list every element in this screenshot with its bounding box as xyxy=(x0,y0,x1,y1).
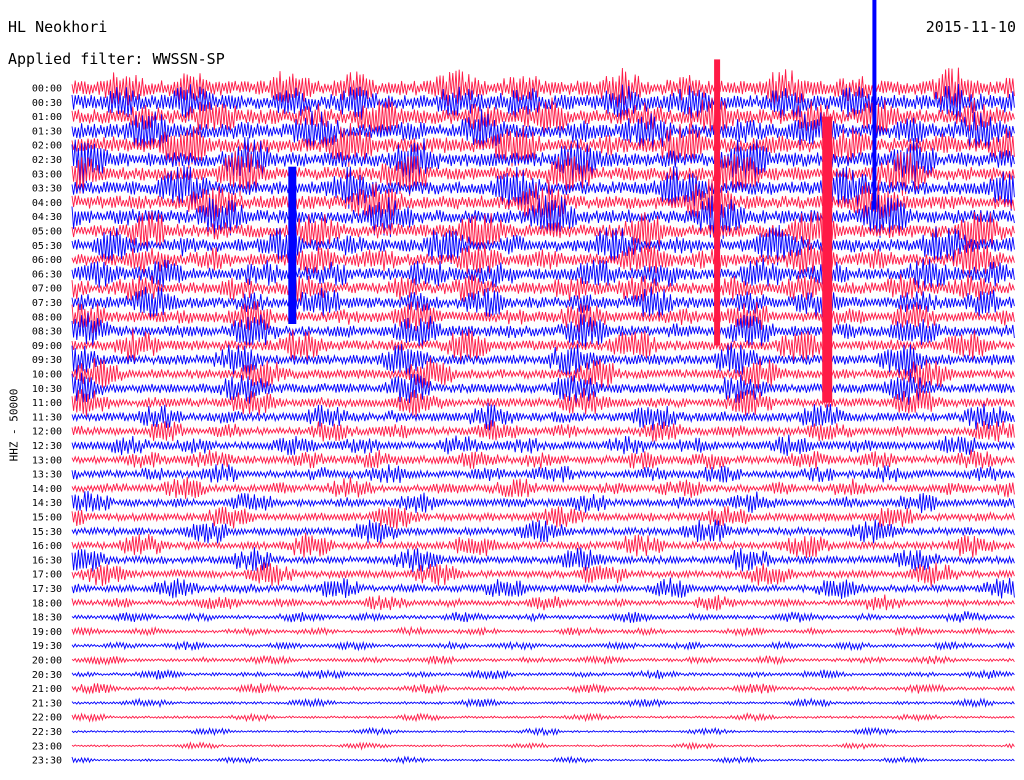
row-time-label: 20:00 xyxy=(32,656,62,667)
row-time-label: 17:30 xyxy=(32,584,62,595)
row-time-label: 03:00 xyxy=(32,169,62,180)
trace-row-1800 xyxy=(71,594,1015,611)
row-time-label: 02:30 xyxy=(32,155,62,166)
row-time-label: 05:00 xyxy=(32,227,62,238)
row-time-label: 10:30 xyxy=(32,384,62,395)
row-time-label: 04:00 xyxy=(32,198,62,209)
row-time-label: 02:00 xyxy=(32,141,62,152)
trace-row-1330 xyxy=(71,463,1015,483)
row-time-label: 06:30 xyxy=(32,269,62,280)
row-time-label: 17:00 xyxy=(32,570,62,581)
row-time-label: 13:00 xyxy=(32,455,62,466)
row-time-label: 14:30 xyxy=(32,498,62,509)
trace-row-1700 xyxy=(71,562,1015,587)
trace-row-1630 xyxy=(71,547,1015,573)
trace-row-2330 xyxy=(71,755,1015,765)
row-time-label: 18:00 xyxy=(32,598,62,609)
row-time-label: 19:00 xyxy=(32,627,62,638)
event-spike xyxy=(822,116,833,403)
event-spike xyxy=(872,0,877,210)
row-time-label: 09:00 xyxy=(32,341,62,352)
trace-row-2030 xyxy=(71,668,1015,680)
trace-group xyxy=(71,0,1015,765)
row-time-label: 07:30 xyxy=(32,298,62,309)
row-time-label: 01:30 xyxy=(32,126,62,137)
trace-row-1230 xyxy=(71,434,1015,457)
row-time-label: 08:00 xyxy=(32,312,62,323)
trace-row-1930 xyxy=(71,640,1015,652)
row-time-label: 13:30 xyxy=(32,470,62,481)
row-time-label: 00:30 xyxy=(32,98,62,109)
row-time-label: 12:30 xyxy=(32,441,62,452)
trace-row-0800 xyxy=(71,301,1015,334)
row-time-label: 16:30 xyxy=(32,555,62,566)
trace-row-2130 xyxy=(71,697,1015,709)
trace-row-1400 xyxy=(71,476,1015,499)
row-time-label: 15:00 xyxy=(32,513,62,524)
trace-row-1100 xyxy=(71,387,1015,418)
row-time-label: 04:30 xyxy=(32,212,62,223)
row-time-label: 14:00 xyxy=(32,484,62,495)
row-label-group: 00:00 00:30 01:00 01:30 02:00 02:30 03:00 03:30… xyxy=(32,84,62,767)
trace-row-2200 xyxy=(71,712,1015,723)
row-time-label: 11:00 xyxy=(32,398,62,409)
row-time-label: 10:00 xyxy=(32,370,62,381)
trace-row-1530 xyxy=(71,519,1015,544)
trace-row-1200 xyxy=(71,420,1015,443)
trace-row-1830 xyxy=(71,611,1015,623)
row-time-label: 03:30 xyxy=(32,184,62,195)
row-time-label: 09:30 xyxy=(32,355,62,366)
row-time-label: 21:00 xyxy=(32,684,62,695)
row-time-label: 21:30 xyxy=(32,698,62,709)
trace-row-1900 xyxy=(71,625,1015,638)
row-time-label: 22:00 xyxy=(32,713,62,724)
row-time-label: 07:00 xyxy=(32,284,62,295)
row-time-label: 06:00 xyxy=(32,255,62,266)
trace-row-2000 xyxy=(71,654,1015,666)
row-time-label: 11:30 xyxy=(32,412,62,423)
event-spike xyxy=(288,166,297,324)
row-time-label: 01:00 xyxy=(32,112,62,123)
row-time-label: 08:30 xyxy=(32,327,62,338)
row-time-label: 23:00 xyxy=(32,741,62,752)
event-spike xyxy=(714,59,721,346)
row-time-label: 00:00 xyxy=(32,84,62,95)
trace-row-1300 xyxy=(71,449,1015,470)
trace-row-2100 xyxy=(71,682,1015,695)
row-time-label: 18:30 xyxy=(32,613,62,624)
row-time-label: 20:30 xyxy=(32,670,62,681)
row-time-label: 15:30 xyxy=(32,527,62,538)
row-time-label: 05:30 xyxy=(32,241,62,252)
trace-row-2230 xyxy=(71,726,1015,737)
row-time-label: 22:30 xyxy=(32,727,62,738)
row-time-label: 16:00 xyxy=(32,541,62,552)
trace-row-1430 xyxy=(71,490,1015,514)
trace-row-2300 xyxy=(71,741,1015,751)
row-time-label: 19:30 xyxy=(32,641,62,652)
helicorder-plot: 00:00 00:30 01:00 01:30 02:00 02:30 03:00 03:30… xyxy=(32,0,1015,767)
trace-row-0700 xyxy=(71,274,1015,303)
trace-row-1130 xyxy=(71,402,1015,431)
row-time-label: 12:00 xyxy=(32,427,62,438)
trace-row-0730 xyxy=(71,286,1015,319)
row-time-label: 23:30 xyxy=(32,756,62,767)
trace-row-1730 xyxy=(71,577,1015,599)
